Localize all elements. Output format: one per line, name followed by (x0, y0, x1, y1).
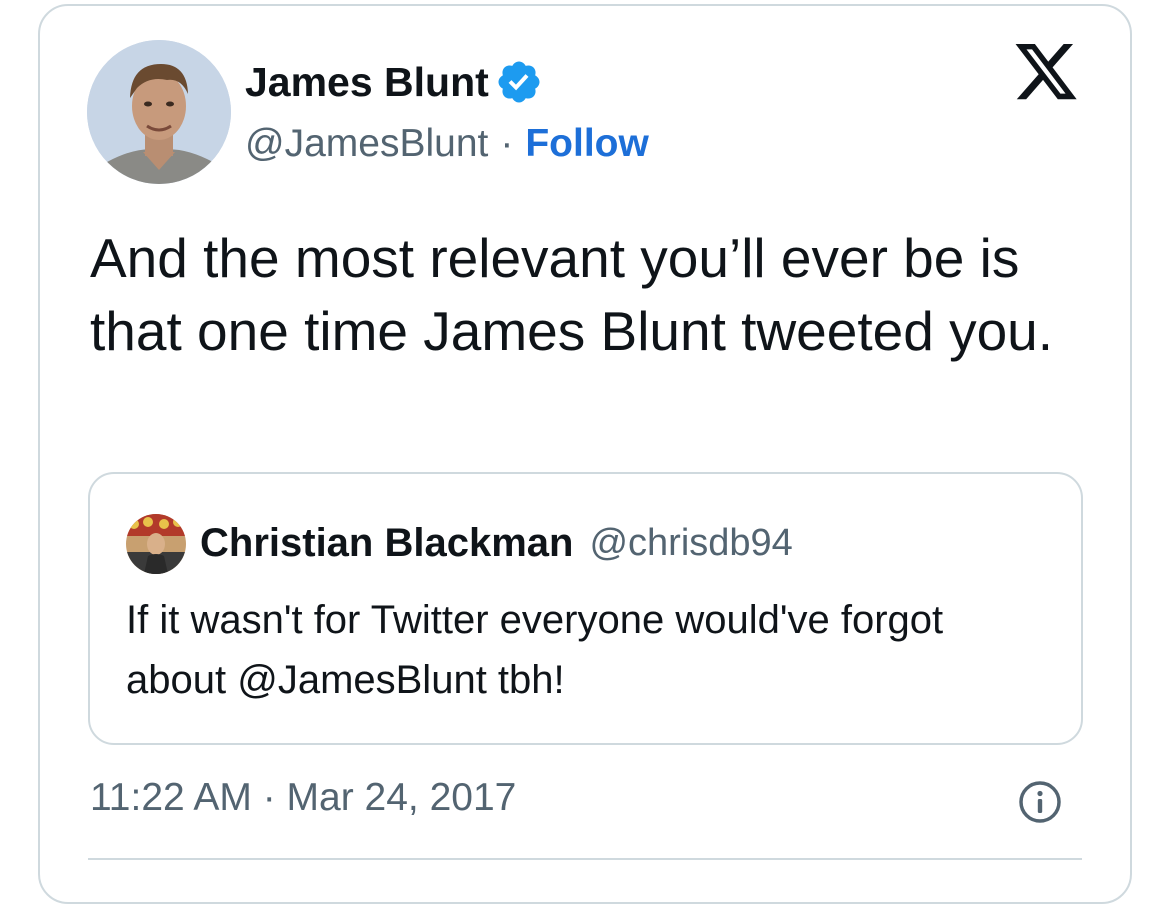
separator-dot: · (500, 122, 514, 165)
tweet-text: And the most relevant you’ll ever be is … (90, 227, 1054, 362)
quoted-tweet[interactable]: Christian Blackman @chrisdb94 If it wasn… (88, 472, 1083, 745)
divider (88, 858, 1082, 860)
quoted-author-avatar[interactable] (126, 514, 186, 574)
author-handle-row: @JamesBlunt · Follow (245, 118, 649, 170)
author-handle[interactable]: @JamesBlunt (245, 122, 488, 166)
author-name-row: James Blunt (245, 56, 543, 108)
x-logo-icon[interactable] (1012, 44, 1080, 108)
quoted-header: Christian Blackman @chrisdb94 (200, 516, 793, 570)
quoted-author-name[interactable]: Christian Blackman (200, 521, 573, 566)
tweet-timestamp[interactable]: 11:22 AM · Mar 24, 2017 (90, 772, 516, 824)
info-icon[interactable] (1018, 780, 1062, 824)
author-name[interactable]: James Blunt (245, 59, 489, 106)
verified-badge-icon (495, 58, 543, 106)
quoted-tweet-text: If it wasn't for Twitter everyone would'… (126, 598, 944, 702)
author-avatar[interactable] (87, 40, 231, 184)
quoted-author-handle[interactable]: @chrisdb94 (589, 522, 792, 565)
follow-button[interactable]: Follow (525, 122, 648, 166)
